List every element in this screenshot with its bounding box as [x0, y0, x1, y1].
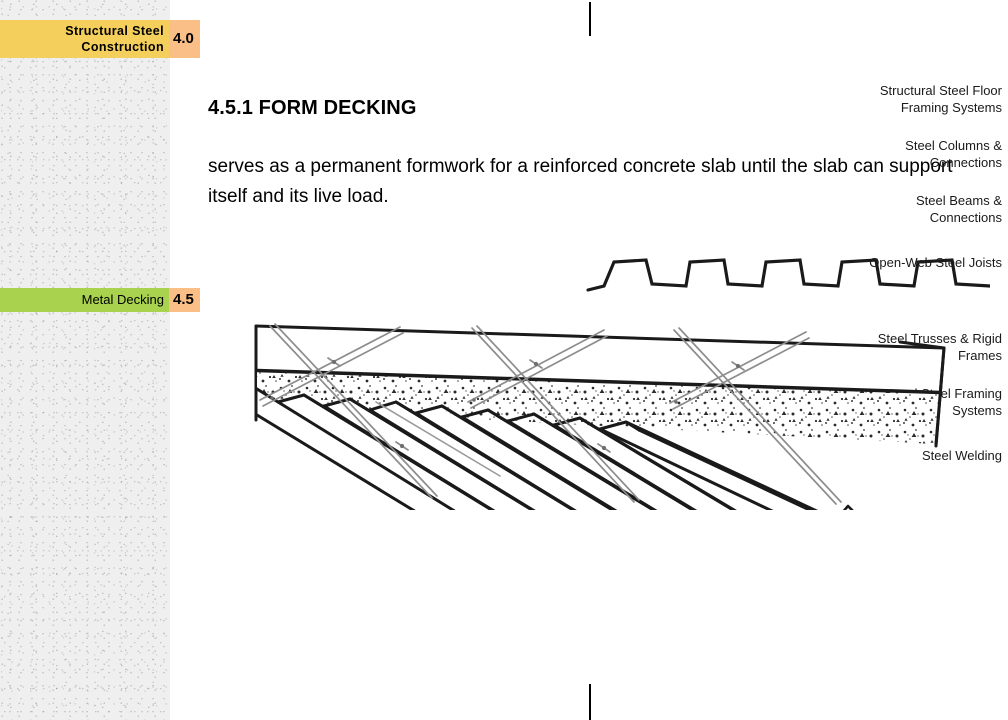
sidebar-chapter-label: Structural Steel Construction [65, 24, 164, 54]
crop-mark-top [589, 2, 591, 36]
crop-mark-bottom [589, 684, 591, 720]
page-title: 4.5.1 FORM DECKING [208, 97, 417, 119]
sidebar-item-label: Steel Columns & Connections [905, 138, 1002, 170]
sidebar-item-steel-beams-connections[interactable]: Steel Beams & Connections [838, 192, 1008, 226]
sidebar [0, 0, 170, 720]
sidebar-item-floor-framing-systems[interactable]: Structural Steel Floor Framing Systems [838, 82, 1008, 116]
sidebar-chapter-number: 4.0 [169, 20, 200, 58]
sidebar-item-metal-decking[interactable]: Metal Decking [0, 288, 170, 312]
sidebar-item-steel-columns-connections[interactable]: Steel Columns & Connections [838, 137, 1008, 171]
sidebar-section-label: Metal Decking [81, 292, 164, 307]
concrete-cut-face [255, 369, 942, 444]
form-decking-svg [254, 258, 990, 510]
form-decking-illustration [200, 230, 990, 510]
sidebar-item-label: Structural Steel Floor Framing Systems [879, 83, 1002, 115]
sidebar-chapter-band[interactable]: Structural Steel Construction [0, 20, 170, 58]
figure-ink [254, 258, 990, 510]
sidebar-item-label: Steel Beams & Connections [916, 193, 1002, 225]
deck-profile-section [586, 258, 990, 292]
sidebar-section-number: 4.5 [169, 288, 200, 312]
